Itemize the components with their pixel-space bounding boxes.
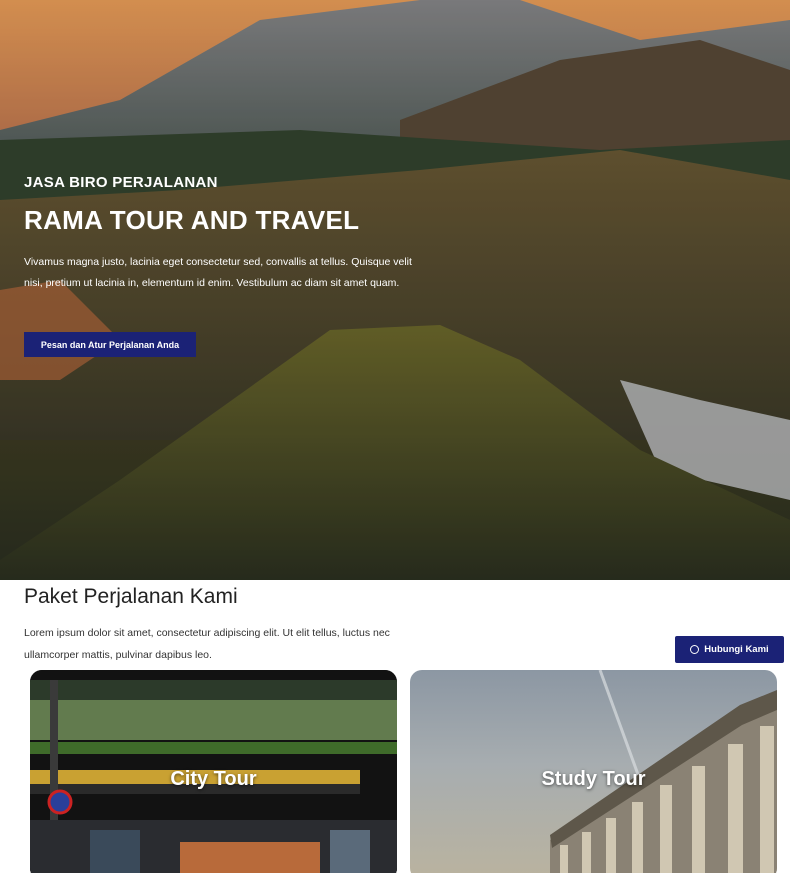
book-trip-button[interactable]: Pesan dan Atur Perjalanan Anda <box>24 332 196 357</box>
contact-us-label: Hubungi Kami <box>704 644 769 655</box>
contact-us-button[interactable]: Hubungi Kami <box>675 636 784 663</box>
hero-content: JASA BIRO PERJALANAN RAMA TOUR AND TRAVE… <box>24 174 444 294</box>
whatsapp-icon <box>690 645 700 654</box>
study-tour-title: Study Tour <box>541 768 646 790</box>
section-description: Lorem ipsum dolor sit amet, consectetur … <box>24 627 390 661</box>
hero-kicker: JASA BIRO PERJALANAN <box>24 174 218 191</box>
city-tour-card[interactable]: City Tour <box>30 670 397 873</box>
hero-title: RAMA TOUR AND TRAVEL <box>24 205 360 235</box>
hero-description: Vivamus magna justo, lacinia eget consec… <box>24 256 412 289</box>
city-tour-title: City Tour <box>170 768 257 790</box>
study-tour-card[interactable]: Study Tour <box>410 670 777 873</box>
section-title: Paket Perjalanan Kami <box>24 585 238 608</box>
hero-banner: JASA BIRO PERJALANAN RAMA TOUR AND TRAVE… <box>0 0 790 580</box>
